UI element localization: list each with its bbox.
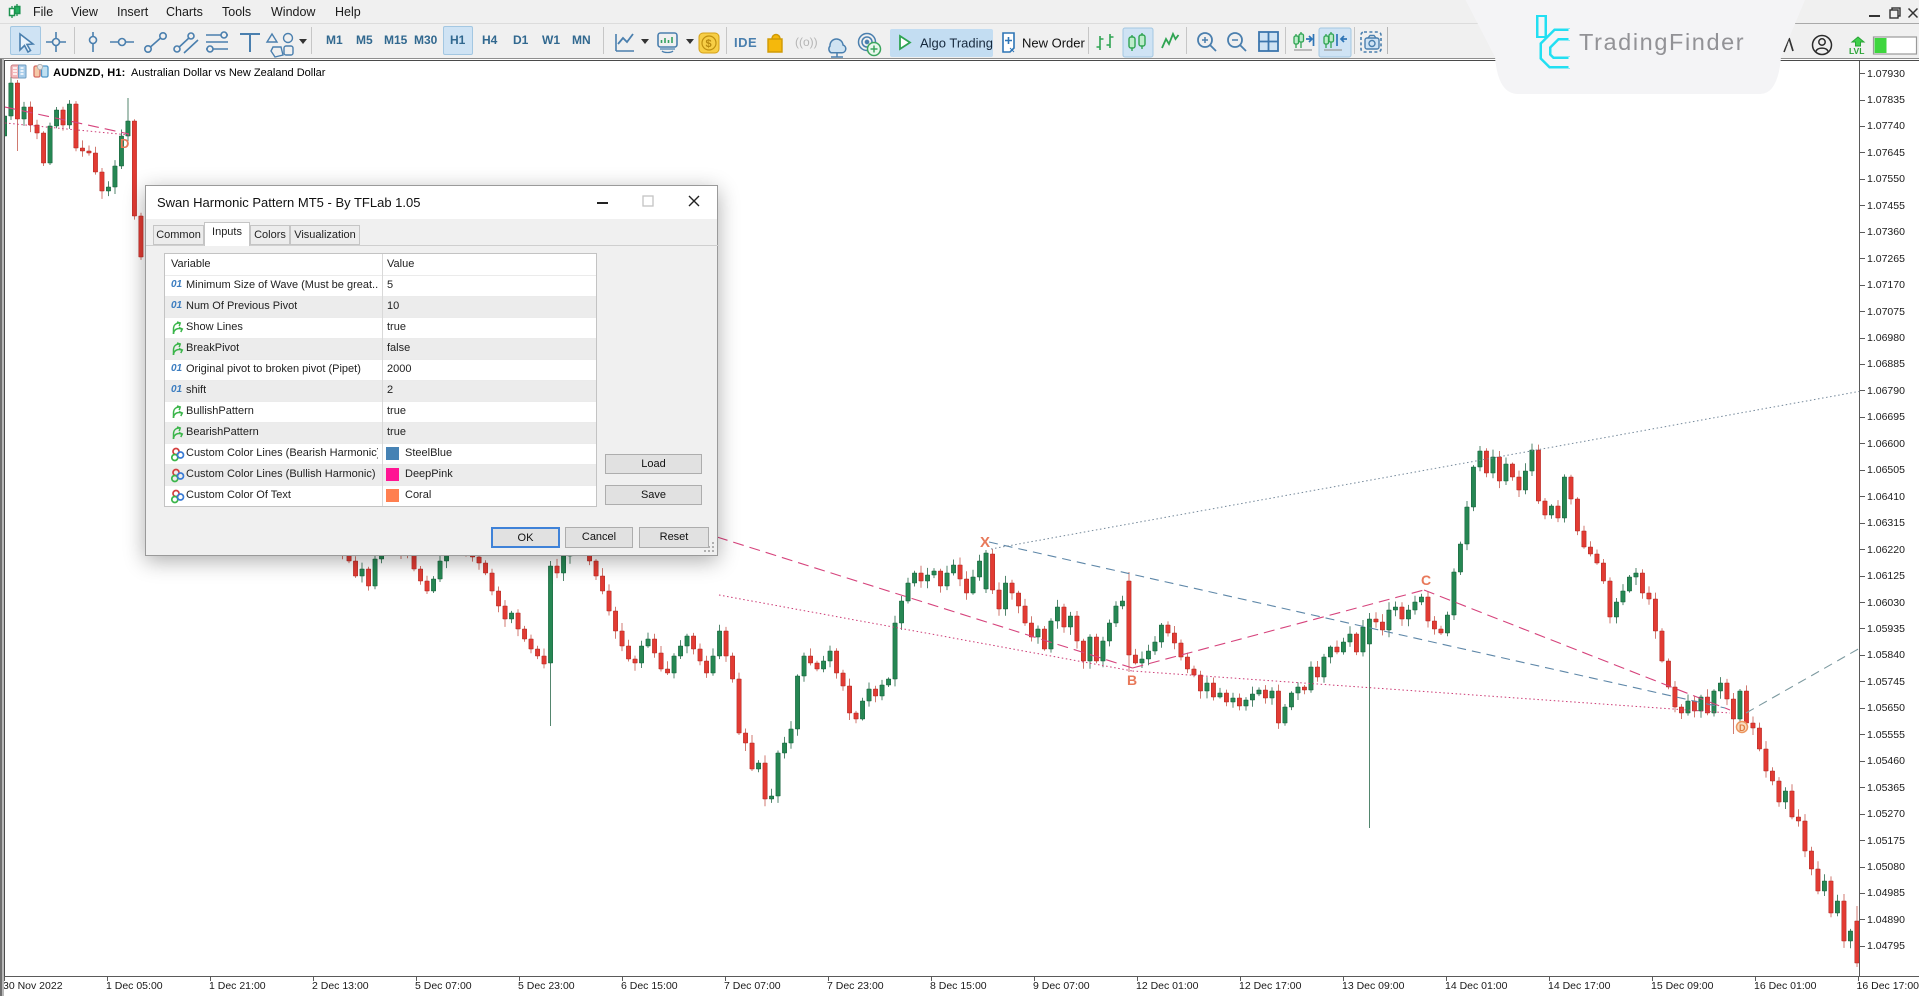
svg-text:Algo Trading: Algo Trading [920,36,993,51]
svg-text:$: $ [706,38,712,50]
svg-text:New Order: New Order [1022,36,1086,51]
svg-text:LVL: LVL [1849,46,1864,56]
svg-text:C: C [1421,572,1431,588]
svg-text:D: D [1739,723,1746,733]
svg-text:D: D [120,136,129,151]
svg-text:IDE: IDE [734,35,757,50]
svg-text:X: X [980,534,990,551]
svg-text:B: B [1127,672,1137,688]
svg-text:((o)): ((o)) [795,35,818,49]
